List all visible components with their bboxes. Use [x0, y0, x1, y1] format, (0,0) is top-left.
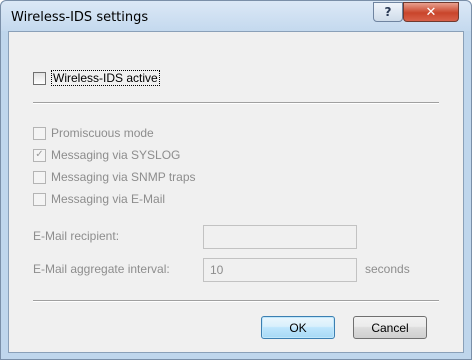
option-syslog-row[interactable]: ✓ Messaging via SYSLOG: [33, 148, 180, 162]
ok-button[interactable]: OK: [261, 316, 335, 339]
option-email-row[interactable]: Messaging via E-Mail: [33, 192, 165, 206]
cancel-button[interactable]: Cancel: [353, 316, 427, 339]
option-snmp-row[interactable]: Messaging via SNMP traps: [33, 170, 196, 184]
promiscuous-mode-checkbox[interactable]: [33, 126, 46, 140]
email-recipient-label: E-Mail recipient:: [33, 229, 120, 243]
email-label: Messaging via E-Mail: [51, 192, 166, 206]
syslog-checkbox[interactable]: ✓: [33, 148, 46, 162]
email-interval-input[interactable]: 10: [203, 258, 357, 282]
help-button[interactable]: ?: [373, 2, 403, 22]
separator-bottom: [33, 300, 439, 302]
close-icon: ✕: [425, 4, 437, 20]
email-checkbox[interactable]: [33, 192, 46, 206]
email-interval-label: E-Mail aggregate interval:: [33, 262, 170, 276]
syslog-label: Messaging via SYSLOG: [51, 148, 181, 162]
option-promiscuous-row[interactable]: Promiscuous mode: [33, 126, 154, 140]
separator-top: [33, 102, 439, 104]
title-bar[interactable]: Wireless-IDS settings ? ✕: [1, 1, 471, 31]
snmp-traps-checkbox[interactable]: [33, 170, 46, 184]
snmp-traps-label: Messaging via SNMP traps: [51, 170, 196, 184]
wireless-ids-active-row[interactable]: Wireless-IDS active: [33, 70, 160, 86]
dialog-title: Wireless-IDS settings: [11, 10, 149, 25]
close-button[interactable]: ✕: [403, 2, 459, 22]
interval-unit-label: seconds: [365, 262, 410, 276]
wireless-ids-active-label: Wireless-IDS active: [51, 70, 160, 86]
help-icon: ?: [384, 5, 392, 19]
email-recipient-input[interactable]: [203, 225, 357, 249]
wireless-ids-active-checkbox[interactable]: [33, 71, 46, 85]
promiscuous-mode-label: Promiscuous mode: [51, 126, 154, 140]
dialog-body: Wireless-IDS active Promiscuous mode ✓ M…: [8, 31, 464, 353]
checkmark-icon: ✓: [35, 149, 44, 160]
dialog-window: Wireless-IDS settings ? ✕ Wireless-IDS a…: [0, 0, 472, 360]
